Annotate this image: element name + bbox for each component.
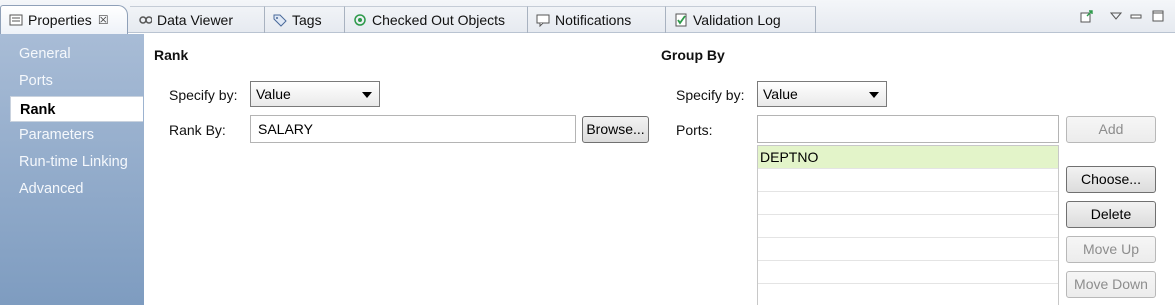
- ports-input[interactable]: [757, 115, 1059, 143]
- tab-tags[interactable]: Tags: [265, 6, 345, 33]
- tab-label: Validation Log: [693, 12, 781, 28]
- tab-label: Data Viewer: [157, 12, 234, 28]
- list-item[interactable]: [758, 261, 1058, 284]
- list-item[interactable]: [758, 238, 1058, 261]
- tab-label: Checked Out Objects: [372, 12, 506, 28]
- tab-notifications[interactable]: Notifications: [528, 6, 666, 33]
- select-value: Value: [256, 86, 291, 102]
- sidebar-item-ports[interactable]: Ports: [19, 73, 53, 89]
- rank-by-field[interactable]: SALARY: [250, 115, 576, 143]
- rank-specify-by-select[interactable]: Value: [250, 81, 380, 107]
- group-by-specify-by-label: Specify by:: [676, 87, 745, 103]
- minimize-icon[interactable]: [1128, 8, 1144, 24]
- tab-label: Notifications: [555, 12, 632, 28]
- chevron-down-icon: [362, 92, 372, 98]
- tab-properties[interactable]: Properties ☒: [0, 5, 128, 34]
- move-up-button[interactable]: Move Up: [1066, 236, 1156, 263]
- tab-label: Tags: [292, 12, 322, 28]
- sidebar-item-rank[interactable]: Rank: [10, 96, 143, 122]
- move-down-button[interactable]: Move Down: [1066, 271, 1156, 298]
- sidebar-item-general[interactable]: General: [19, 46, 71, 62]
- group-by-specify-by-select[interactable]: Value: [757, 81, 887, 107]
- tag-icon: [273, 13, 287, 27]
- close-icon[interactable]: ☒: [98, 13, 109, 27]
- rank-specify-by-label: Specify by:: [169, 87, 238, 103]
- notifications-icon: [536, 13, 550, 27]
- data-viewer-icon: [138, 13, 152, 27]
- group-by-section-title: Group By: [661, 47, 725, 63]
- sidebar-item-advanced[interactable]: Advanced: [19, 181, 84, 197]
- list-item[interactable]: [758, 215, 1058, 238]
- validation-log-icon: [674, 13, 688, 27]
- view-tab-bar: Properties ☒ Data Viewer Tags Checked Ou…: [0, 0, 1175, 34]
- group-by-ports-list: DEPTNO: [757, 145, 1059, 305]
- ports-label: Ports:: [676, 122, 713, 138]
- delete-button[interactable]: Delete: [1066, 201, 1156, 228]
- tab-label: Properties: [28, 12, 92, 28]
- list-item[interactable]: DEPTNO: [758, 146, 1058, 169]
- properties-sidebar: General Ports Rank Parameters Run-time L…: [0, 34, 144, 305]
- tab-data-viewer[interactable]: Data Viewer: [130, 6, 265, 33]
- list-item[interactable]: [758, 169, 1058, 192]
- checked-out-icon: [353, 13, 367, 27]
- properties-icon: [9, 13, 23, 27]
- sidebar-item-parameters[interactable]: Parameters: [19, 127, 94, 143]
- tab-checked-out-objects[interactable]: Checked Out Objects: [345, 6, 528, 33]
- list-item[interactable]: [758, 284, 1058, 305]
- choose-button[interactable]: Choose...: [1066, 166, 1156, 193]
- view-menu-icon[interactable]: [1108, 8, 1124, 24]
- sidebar-item-run-time-linking[interactable]: Run-time Linking: [19, 154, 128, 170]
- browse-button[interactable]: Browse...: [582, 116, 649, 143]
- rank-section-title: Rank: [154, 47, 189, 63]
- list-item[interactable]: [758, 192, 1058, 215]
- chevron-down-icon: [869, 92, 879, 98]
- rank-by-label: Rank By:: [169, 122, 226, 138]
- add-button[interactable]: Add: [1066, 116, 1156, 143]
- tab-validation-log[interactable]: Validation Log: [666, 6, 816, 33]
- select-value: Value: [763, 86, 798, 102]
- new-window-icon[interactable]: [1079, 8, 1095, 24]
- maximize-icon[interactable]: [1150, 8, 1166, 24]
